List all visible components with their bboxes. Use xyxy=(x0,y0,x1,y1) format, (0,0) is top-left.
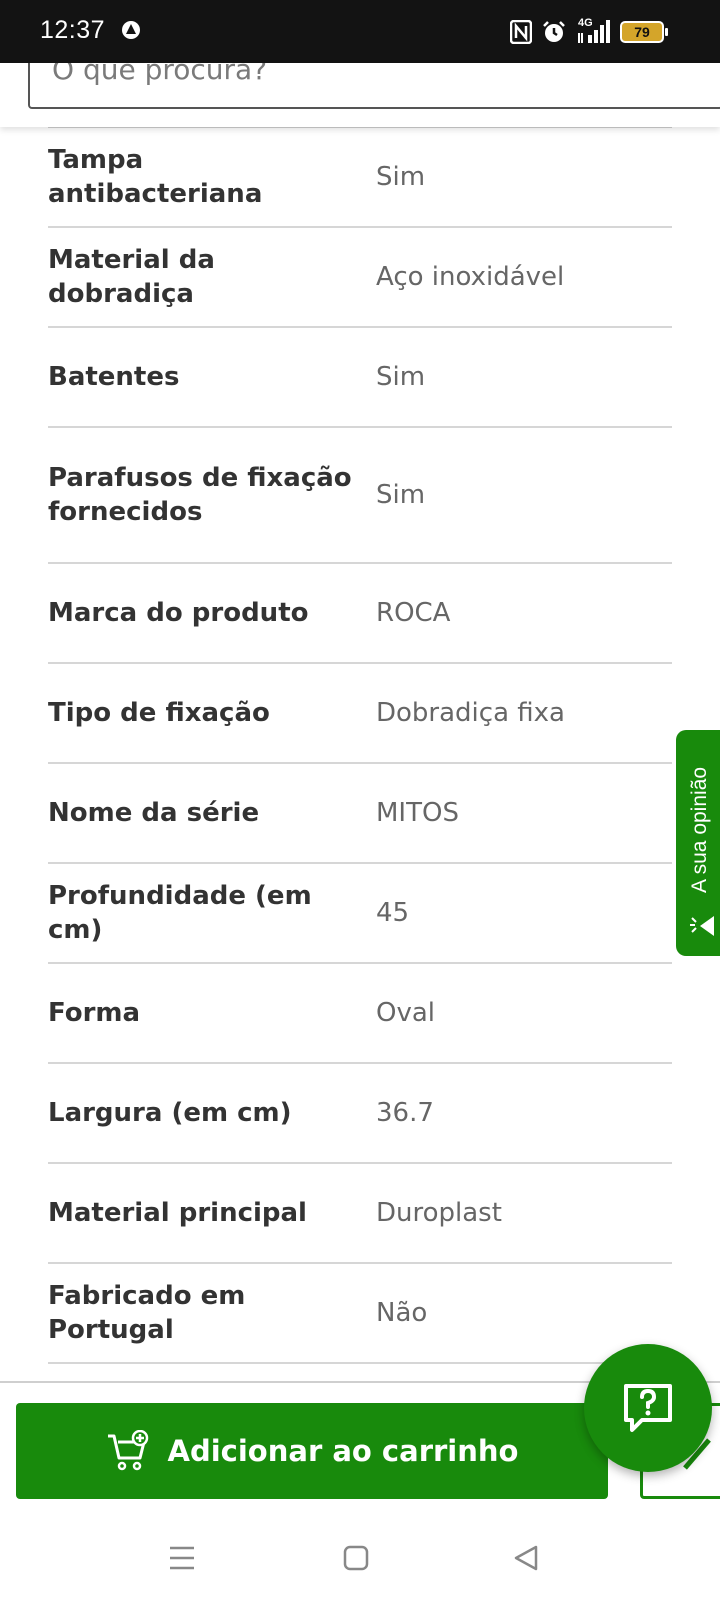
spec-row: Batentes Sim xyxy=(48,328,672,428)
spec-key: Batentes xyxy=(48,362,180,392)
spec-row: Marca do produto ROCA xyxy=(48,564,672,664)
battery-level: 79 xyxy=(634,24,650,40)
spec-key: Parafusos de fixação fornecidos xyxy=(48,463,352,527)
signal-icon: 4G xyxy=(576,17,610,45)
home-nav-button[interactable] xyxy=(336,1538,376,1578)
spec-key: Forma xyxy=(48,998,141,1028)
feedback-tab[interactable]: A sua opinião xyxy=(676,730,720,956)
spec-value: MITOS xyxy=(376,798,459,828)
spec-key: Tipo de fixação xyxy=(48,698,270,728)
notification-icon xyxy=(122,21,140,39)
spec-value: Sim xyxy=(376,480,426,510)
spec-row: Fabricado em Portugal Não xyxy=(48,1264,672,1364)
spec-key: Material principal xyxy=(48,1198,307,1228)
search-box[interactable] xyxy=(28,63,720,109)
cart-plus-icon xyxy=(107,1430,148,1471)
spec-key: Nome da série xyxy=(48,798,260,828)
spec-value: 36.7 xyxy=(376,1098,434,1128)
add-to-cart-button[interactable]: Adicionar ao carrinho xyxy=(16,1403,608,1499)
back-nav-button[interactable] xyxy=(506,1538,546,1578)
system-nav-bar xyxy=(0,1514,720,1600)
question-chat-icon xyxy=(624,1384,672,1432)
spec-value: Dobradiça fixa xyxy=(376,698,565,728)
spec-key: Profundidade (em cm) xyxy=(48,881,312,945)
spec-row: Parafusos de fixação fornecidos Sim xyxy=(48,428,672,564)
menu-icon xyxy=(170,1546,194,1570)
home-square-icon xyxy=(343,1545,369,1571)
menu-nav-button[interactable] xyxy=(162,1538,202,1578)
status-bar: 12:37 4G 79 xyxy=(0,0,720,63)
search-input[interactable] xyxy=(52,63,652,86)
spec-value: Não xyxy=(376,1298,428,1328)
search-header xyxy=(0,63,720,127)
spec-key: Fabricado em Portugal xyxy=(48,1281,246,1345)
spec-row: Tampa antibacteriana Sim xyxy=(48,128,672,228)
spec-value: Duroplast xyxy=(376,1198,502,1228)
feedback-label: A sua opinião xyxy=(688,766,711,894)
spec-row: Material da dobradiça Aço inoxidável xyxy=(48,228,672,328)
spec-value: ROCA xyxy=(376,598,451,628)
spec-key: Material da dobradiça xyxy=(48,245,215,309)
spec-row: Profundidade (em cm) 45 xyxy=(48,864,672,964)
spec-row: Tipo de fixação Dobradiça fixa xyxy=(48,664,672,764)
spec-value: Sim xyxy=(376,362,426,392)
status-time: 12:37 xyxy=(40,16,106,44)
spec-value: Oval xyxy=(376,998,436,1028)
battery-icon: 79 xyxy=(620,21,668,43)
spec-row: Material principal Duroplast xyxy=(48,1164,672,1264)
spec-row: Forma Oval xyxy=(48,964,672,1064)
spec-value: Sim xyxy=(376,162,426,192)
sparkle-icon xyxy=(690,916,714,936)
alarm-icon xyxy=(543,21,565,42)
nfc-icon xyxy=(510,20,532,44)
spec-row: Largura (em cm) 36.7 xyxy=(48,1064,672,1164)
add-to-cart-label: Adicionar ao carrinho xyxy=(167,1434,519,1468)
back-triangle-icon xyxy=(514,1545,538,1571)
spec-key: Marca do produto xyxy=(48,598,309,628)
help-chat-button[interactable] xyxy=(584,1344,712,1472)
spec-value: Aço inoxidável xyxy=(376,262,565,292)
status-icons: 4G 79 xyxy=(510,17,668,46)
spec-key: Tampa antibacteriana xyxy=(48,145,263,209)
spec-key: Largura (em cm) xyxy=(48,1098,292,1128)
specs-table: Tampa antibacteriana Sim Material da dob… xyxy=(48,127,672,1364)
spec-row: Nome da série MITOS xyxy=(48,764,672,864)
spec-value: 45 xyxy=(376,898,410,928)
